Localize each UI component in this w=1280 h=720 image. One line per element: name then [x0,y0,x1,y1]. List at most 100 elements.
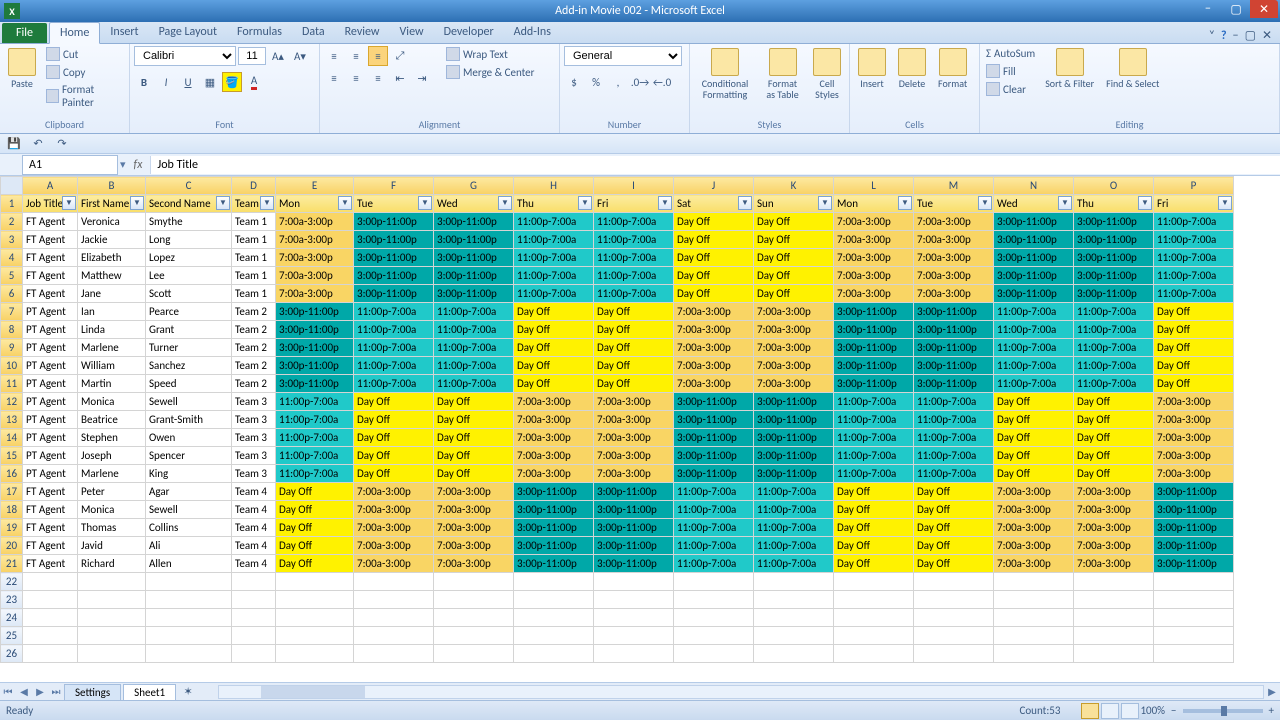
cell[interactable]: 7:00a-3:00p [754,321,834,339]
sheet-tab-sheet1[interactable]: Sheet1 [123,684,176,700]
cell[interactable] [23,609,78,627]
cell[interactable]: FT Agent [23,267,78,285]
cell[interactable] [276,609,354,627]
sort-filter-button[interactable]: Sort & Filter [1041,46,1098,91]
cell[interactable]: 7:00a-3:00p [276,249,354,267]
cell[interactable]: 3:00p-11:00p [276,339,354,357]
filter-dropdown-icon[interactable]: ▼ [658,196,672,210]
cell[interactable] [23,627,78,645]
cell[interactable]: 3:00p-11:00p [834,339,914,357]
cell[interactable]: Pearce [146,303,232,321]
cell[interactable]: Day Off [914,555,994,573]
cell[interactable]: 11:00p-7:00a [754,555,834,573]
filter-header-cell[interactable]: Fri▼ [594,195,674,213]
row-header[interactable]: 3 [1,231,23,249]
filter-header-cell[interactable]: Sat▼ [674,195,754,213]
cell[interactable]: 7:00a-3:00p [1154,429,1234,447]
cell[interactable]: Team 4 [232,501,276,519]
cell[interactable]: Day Off [434,447,514,465]
cell[interactable]: 7:00a-3:00p [594,393,674,411]
redo-button[interactable]: ↷ [52,134,72,154]
column-header[interactable]: A [23,177,78,195]
cell[interactable]: 7:00a-3:00p [276,231,354,249]
name-box[interactable]: A1 [22,155,118,175]
merge-center-button[interactable]: Merge & Center [444,64,537,80]
cell[interactable]: Grant [146,321,232,339]
cell[interactable] [834,645,914,663]
cell[interactable] [594,573,674,591]
cell[interactable] [514,609,594,627]
cell[interactable]: King [146,465,232,483]
cell[interactable]: 7:00a-3:00p [434,501,514,519]
align-left-button[interactable]: ≡ [324,68,344,88]
scroll-right[interactable]: ▶ [1264,685,1280,698]
filter-dropdown-icon[interactable]: ▼ [578,196,592,210]
filter-header-cell[interactable]: Sun▼ [754,195,834,213]
insert-cells-button[interactable]: Insert [854,46,890,91]
cell[interactable] [1074,609,1154,627]
cell[interactable]: 11:00p-7:00a [994,321,1074,339]
cell[interactable]: 11:00p-7:00a [914,447,994,465]
cell[interactable] [834,627,914,645]
cell[interactable]: 11:00p-7:00a [276,411,354,429]
row-header[interactable]: 26 [1,645,23,663]
cell[interactable]: 7:00a-3:00p [914,249,994,267]
cell[interactable]: PT Agent [23,429,78,447]
cell[interactable] [276,627,354,645]
filter-dropdown-icon[interactable]: ▼ [418,196,432,210]
cell[interactable]: FT Agent [23,285,78,303]
cell[interactable]: Beatrice [78,411,146,429]
cell[interactable]: 11:00p-7:00a [276,429,354,447]
cell[interactable] [146,609,232,627]
filter-dropdown-icon[interactable]: ▼ [130,196,144,210]
cell[interactable]: 11:00p-7:00a [434,339,514,357]
column-header[interactable]: D [232,177,276,195]
cell[interactable]: Day Off [834,483,914,501]
cell[interactable]: 3:00p-11:00p [994,231,1074,249]
cell[interactable] [354,591,434,609]
cell[interactable]: 7:00a-3:00p [354,519,434,537]
cell[interactable]: Day Off [994,447,1074,465]
column-header[interactable]: E [276,177,354,195]
cell[interactable] [1154,645,1234,663]
cell[interactable] [674,573,754,591]
cell[interactable]: FT Agent [23,519,78,537]
cell[interactable]: 11:00p-7:00a [834,429,914,447]
cell[interactable]: 7:00a-3:00p [276,267,354,285]
cell[interactable]: Matthew [78,267,146,285]
column-header[interactable]: H [514,177,594,195]
filter-header-cell[interactable]: Mon▼ [276,195,354,213]
cell[interactable]: Long [146,231,232,249]
row-header[interactable]: 13 [1,411,23,429]
cell[interactable] [1074,573,1154,591]
cell[interactable]: Lee [146,267,232,285]
cell[interactable]: 11:00p-7:00a [594,267,674,285]
row-header[interactable]: 14 [1,429,23,447]
copy-button[interactable]: Copy [44,64,125,80]
cell[interactable]: 11:00p-7:00a [1154,213,1234,231]
workbook-restore-icon[interactable]: ▢ [1245,28,1256,43]
cell[interactable]: Lopez [146,249,232,267]
cell[interactable]: Speed [146,375,232,393]
cell[interactable] [354,573,434,591]
cell[interactable]: Peter [78,483,146,501]
row-header[interactable]: 16 [1,465,23,483]
cell[interactable]: Day Off [994,393,1074,411]
shrink-font-button[interactable]: A▾ [290,46,310,66]
cell[interactable] [994,591,1074,609]
cell-styles-button[interactable]: Cell Styles [809,46,845,102]
cell[interactable]: Sewell [146,393,232,411]
cell[interactable]: 11:00p-7:00a [1074,357,1154,375]
border-button[interactable]: ▦ [200,72,220,92]
cell[interactable]: 11:00p-7:00a [914,411,994,429]
filter-dropdown-icon[interactable]: ▼ [738,196,752,210]
cell[interactable] [754,591,834,609]
cell[interactable] [834,609,914,627]
filter-header-cell[interactable]: Job Title▼ [23,195,78,213]
cell[interactable]: 7:00a-3:00p [674,303,754,321]
cell[interactable] [276,591,354,609]
row-header[interactable]: 25 [1,627,23,645]
conditional-formatting-button[interactable]: Conditional Formatting [694,46,756,102]
cell[interactable]: Day Off [834,501,914,519]
cell[interactable]: Agar [146,483,232,501]
